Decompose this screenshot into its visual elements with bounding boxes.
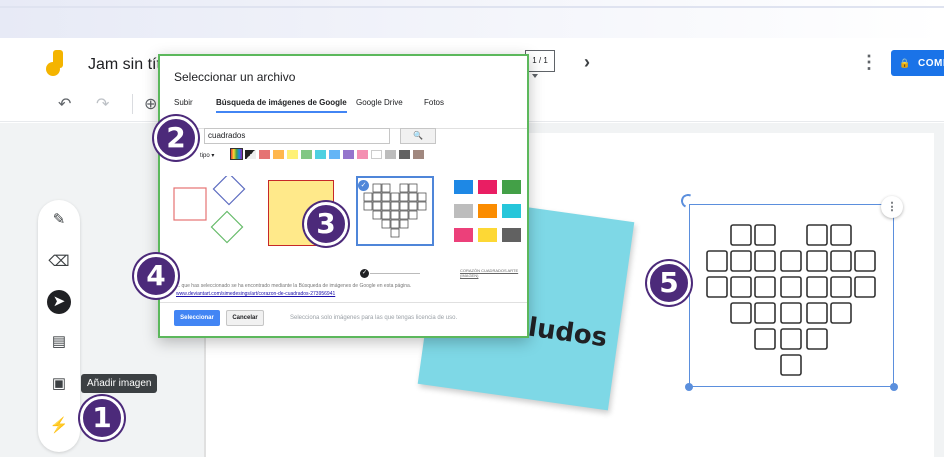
next-frame-button[interactable]: › (584, 52, 590, 73)
color-swatch[interactable] (385, 150, 396, 159)
select-tool-icon[interactable]: ➤ (47, 290, 71, 314)
share-button[interactable]: 🔒 COMP (891, 50, 944, 76)
color-swatch[interactable] (245, 150, 256, 159)
color-swatch[interactable] (273, 150, 284, 159)
tool-rail: ✎ ⌫ ➤ ▤ ▣ ⚡ (38, 200, 80, 452)
license-note: Selecciona solo imágenes para las que te… (290, 315, 458, 321)
dialog-footer-divider (160, 302, 527, 303)
color-swatch[interactable] (287, 150, 298, 159)
color-swatch[interactable] (399, 150, 410, 159)
search-button[interactable]: 🔍 (400, 128, 436, 144)
color-swatch[interactable] (329, 150, 340, 159)
redo-icon[interactable]: ↷ (96, 94, 109, 114)
selected-image-frame[interactable] (689, 204, 894, 387)
callout-5: 5 (647, 261, 691, 305)
resize-handle[interactable] (890, 383, 898, 391)
lock-icon: 🔒 (899, 58, 911, 68)
callout-4: 4 (134, 254, 178, 298)
callout-1: 1 (80, 396, 124, 440)
color-swatch[interactable] (259, 150, 270, 159)
tab-google-image-search[interactable]: Búsqueda de imágenes de Google (216, 98, 347, 113)
jamboard-logo-icon[interactable] (46, 50, 68, 78)
heart-squares-image (706, 224, 876, 376)
pen-tool-icon[interactable]: ✎ (47, 208, 71, 232)
laser-tool-icon[interactable]: ⚡ (47, 414, 71, 438)
callout-2: 2 (154, 116, 198, 160)
callout-3: 3 (304, 202, 348, 246)
share-label: COMP (918, 58, 944, 69)
image-search-input[interactable]: cuadrados (204, 128, 390, 144)
tab-google-drive[interactable]: Google Drive (356, 98, 403, 107)
color-swatch[interactable] (315, 150, 326, 159)
color-swatch[interactable] (357, 150, 368, 159)
top-band-line (0, 6, 944, 8)
attribution-description: ... que has seleccionado se ha encontrad… (176, 283, 412, 289)
image-tool-icon[interactable]: ▣ (47, 372, 71, 396)
toolbar-separator (132, 94, 133, 114)
attribution-link[interactable]: www.deviantart.com/simedesings/art/coraz… (176, 291, 335, 297)
color-swatch[interactable] (301, 150, 312, 159)
tab-upload[interactable]: Subir (174, 98, 193, 107)
tab-photos[interactable]: Fotos (424, 98, 444, 107)
sticky-note-tool-icon[interactable]: ▤ (47, 330, 71, 354)
zoom-icon[interactable]: ⊕ (144, 94, 157, 114)
result-caption[interactable]: CORAZÓN CUADRADOS ARTE (IMAGEN) (460, 268, 527, 278)
image-options-button[interactable]: ⋮ (881, 196, 903, 218)
color-swatch[interactable] (371, 150, 382, 159)
frame-counter[interactable]: 1 / 1 (525, 50, 555, 72)
add-image-tooltip: Añadir imagen (81, 374, 158, 393)
resize-handle[interactable] (685, 383, 693, 391)
color-swatch[interactable] (343, 150, 354, 159)
type-filter[interactable]: tipo ▾ (200, 152, 214, 159)
eraser-tool-icon[interactable]: ⌫ (47, 250, 71, 274)
undo-icon[interactable]: ↶ (58, 94, 71, 114)
selection-bar (370, 273, 420, 274)
heart-squares-thumb (363, 183, 427, 238)
result-thumbnail-color-grid[interactable] (454, 180, 522, 246)
more-options-button[interactable]: ⋮ (860, 52, 878, 73)
color-swatch[interactable] (230, 148, 243, 160)
frame-dropdown-icon[interactable] (532, 74, 538, 78)
selection-check-icon: ✓ (360, 269, 369, 278)
color-swatch[interactable] (413, 150, 424, 159)
selected-check-icon: ✓ (358, 180, 369, 191)
result-thumbnail-outlines[interactable] (172, 176, 252, 251)
select-button[interactable]: Seleccionar (174, 310, 220, 326)
cancel-button[interactable]: Cancelar (226, 310, 264, 326)
file-picker-dialog: Seleccionar un archivo Subir Búsqueda de… (158, 54, 529, 338)
dialog-title: Seleccionar un archivo (174, 70, 296, 84)
attribution-text: ... que has seleccionado se ha encontrad… (176, 282, 476, 298)
